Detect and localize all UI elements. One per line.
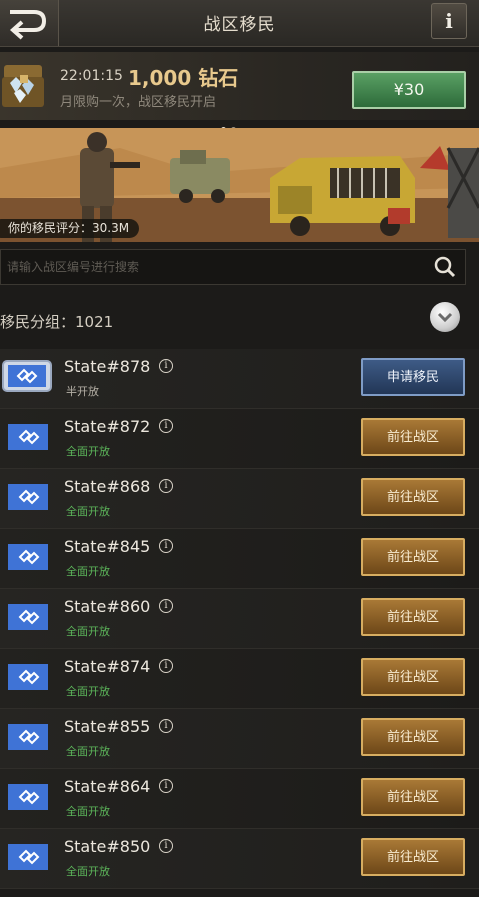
state-row: State#878 i 半开放 申请移民	[0, 349, 479, 409]
state-status: 全面开放	[66, 865, 110, 878]
state-name: State#864	[64, 777, 151, 796]
info-icon[interactable]: i	[159, 539, 173, 553]
offer-description: 月限购一次，战区移民开启	[60, 95, 217, 110]
search-icon[interactable]	[433, 255, 457, 279]
buy-price-button[interactable]: ¥30	[352, 71, 466, 109]
chevron-down-icon	[437, 312, 453, 323]
state-list: State#878 i 半开放 申请移民 State#872 i 全面开放 前往…	[0, 349, 479, 889]
go-to-state-button[interactable]: 前往战区	[361, 538, 465, 576]
go-to-state-button[interactable]: 前往战区	[361, 478, 465, 516]
state-row: State#864 i 全面开放 前往战区	[0, 769, 479, 829]
info-icon[interactable]: i	[159, 479, 173, 493]
state-row: State#850 i 全面开放 前往战区	[0, 829, 479, 889]
alliance-flag-icon	[8, 664, 48, 690]
go-to-state-button[interactable]: 前往战区	[361, 718, 465, 756]
go-to-state-button[interactable]: 前往战区	[361, 418, 465, 456]
info-icon[interactable]: i	[159, 659, 173, 673]
info-icon[interactable]: i	[159, 599, 173, 613]
state-status: 全面开放	[66, 505, 110, 518]
top-bar: 战区移民 i	[0, 0, 479, 47]
info-icon[interactable]: i	[159, 359, 173, 373]
state-status: 全面开放	[66, 745, 110, 758]
state-name: State#855	[64, 717, 151, 736]
state-name: State#860	[64, 597, 151, 616]
group-dropdown-toggle[interactable]	[430, 302, 460, 332]
migration-group-label: 移民分组：1021	[0, 313, 114, 331]
state-row: State#872 i 全面开放 前往战区	[0, 409, 479, 469]
state-status: 全面开放	[66, 565, 110, 578]
alliance-flag-icon	[8, 424, 48, 450]
migration-score: 你的移民评分：30.3M	[0, 219, 140, 238]
state-name: State#845	[64, 537, 151, 556]
alliance-flag-icon	[8, 604, 48, 630]
state-name: State#878	[64, 357, 151, 376]
go-to-state-button[interactable]: 前往战区	[361, 598, 465, 636]
state-name: State#868	[64, 477, 151, 496]
info-icon[interactable]: i	[159, 779, 173, 793]
diamond-chest-icon	[2, 65, 44, 107]
apply-migration-button[interactable]: 申请移民	[361, 358, 465, 396]
state-status: 全面开放	[66, 685, 110, 698]
state-status: 半开放	[66, 385, 99, 398]
state-name: State#850	[64, 837, 151, 856]
info-icon[interactable]: i	[159, 839, 173, 853]
alliance-flag-icon	[8, 484, 48, 510]
state-name: State#872	[64, 417, 151, 436]
search-bar	[0, 249, 466, 285]
search-input[interactable]	[1, 250, 421, 284]
state-status: 全面开放	[66, 805, 110, 818]
go-to-state-button[interactable]: 前往战区	[361, 658, 465, 696]
state-row: State#874 i 全面开放 前往战区	[0, 649, 479, 709]
tower-figure	[446, 147, 479, 238]
go-to-state-button[interactable]: 前往战区	[361, 838, 465, 876]
state-row: State#845 i 全面开放 前往战区	[0, 529, 479, 589]
state-name: State#874	[64, 657, 151, 676]
alliance-flag-icon	[8, 544, 48, 570]
alliance-flag-icon	[8, 724, 48, 750]
go-to-state-button[interactable]: 前往战区	[361, 778, 465, 816]
state-row: State#860 i 全面开放 前往战区	[0, 589, 479, 649]
offer-timer: 22:01:15	[60, 68, 123, 84]
offer-amount: 1,000 钻石	[128, 66, 239, 90]
info-button[interactable]: i	[431, 3, 467, 39]
info-icon[interactable]: i	[159, 719, 173, 733]
state-status: 全面开放	[66, 445, 110, 458]
state-row: State#855 i 全面开放 前往战区	[0, 709, 479, 769]
state-status: 全面开放	[66, 625, 110, 638]
alliance-flag-icon	[8, 844, 48, 870]
alliance-flag-icon	[8, 784, 48, 810]
page-title: 战区移民	[203, 15, 276, 35]
info-icon[interactable]: i	[159, 419, 173, 433]
alliance-flag-icon	[2, 360, 52, 392]
state-row: State#868 i 全面开放 前往战区	[0, 469, 479, 529]
